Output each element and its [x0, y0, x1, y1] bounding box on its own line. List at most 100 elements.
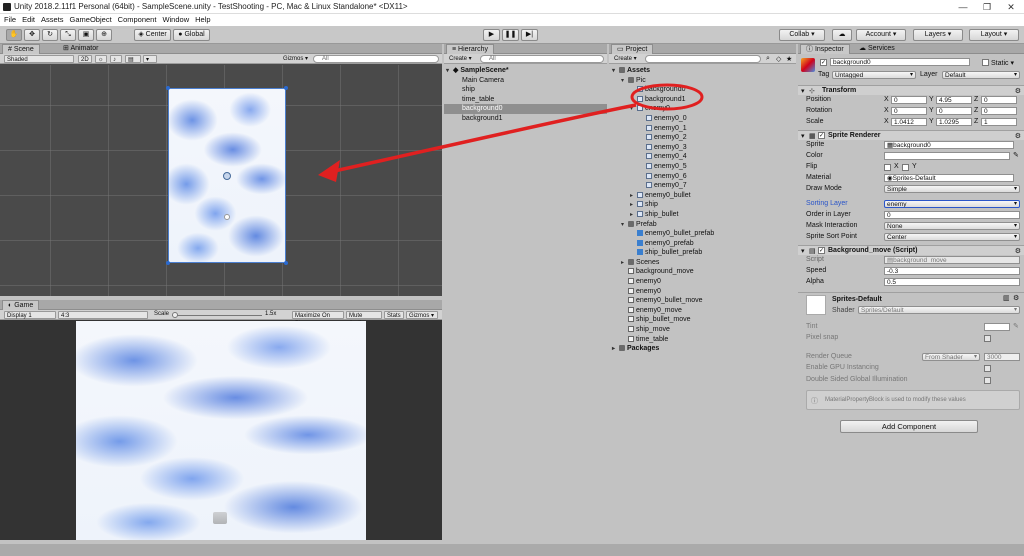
menu-edit[interactable]: Edit: [22, 14, 35, 26]
flip-y-checkbox[interactable]: [902, 164, 909, 171]
mode-2d-toggle[interactable]: 2D: [78, 55, 92, 63]
project-item[interactable]: enemy0_2: [609, 133, 796, 143]
eyedropper-icon[interactable]: ✎: [1013, 151, 1019, 159]
scene-gizmos-dropdown[interactable]: Gizmos ▾: [281, 55, 311, 63]
hierarchy-item-main-camera[interactable]: Main Camera: [444, 76, 607, 86]
project-item[interactable]: ▾ enemy0: [609, 104, 796, 114]
gear-icon[interactable]: ⚙: [1015, 87, 1021, 95]
material-field[interactable]: ◉Sprites-Default: [884, 174, 1014, 182]
game-gizmos-dropdown[interactable]: Gizmos ▾: [406, 311, 438, 319]
selection-handle-tr[interactable]: [284, 86, 288, 90]
aspect-dropdown[interactable]: 4:3: [58, 311, 148, 319]
hierarchy-scene-row[interactable]: ▾ ◆ SampleScene*: [444, 66, 607, 76]
project-item[interactable]: enemy0_1: [609, 124, 796, 134]
sorting-layer-dropdown[interactable]: enemy: [884, 200, 1020, 208]
order-in-layer-field[interactable]: 0: [884, 211, 1020, 219]
position-x-field[interactable]: 0: [891, 96, 927, 104]
shader-dropdown[interactable]: Sprites/Default: [858, 306, 1020, 314]
project-item[interactable]: background1: [609, 95, 796, 105]
hierarchy-search-input[interactable]: All: [480, 55, 604, 63]
gear-icon[interactable]: ⚙: [1013, 294, 1019, 302]
position-z-field[interactable]: 0: [981, 96, 1017, 104]
minimize-button[interactable]: —: [956, 1, 970, 13]
project-create-button[interactable]: Create ▾: [612, 55, 642, 63]
mask-interaction-dropdown[interactable]: None: [884, 222, 1020, 230]
maximize-button[interactable]: ❐: [980, 1, 994, 13]
project-item[interactable]: ▸ enemy0_bullet: [609, 191, 796, 201]
tag-dropdown[interactable]: Untagged: [832, 71, 916, 79]
book-icon[interactable]: ▥: [1003, 294, 1010, 302]
project-item[interactable]: ▸ Scenes: [609, 258, 796, 268]
rect-tool-button[interactable]: ▣: [78, 29, 94, 41]
cloud-button[interactable]: ☁: [832, 29, 852, 41]
project-item[interactable]: ▾ Assets: [609, 66, 796, 76]
project-item[interactable]: enemy0_bullet_prefab: [609, 229, 796, 239]
move-tool-button[interactable]: ✥: [24, 29, 40, 41]
menu-help[interactable]: Help: [195, 14, 210, 26]
menu-window[interactable]: Window: [162, 14, 189, 26]
scale-slider-track[interactable]: [172, 315, 262, 316]
pivot-global-button[interactable]: ● Global: [173, 29, 210, 41]
project-item[interactable]: ship_bullet_prefab: [609, 248, 796, 258]
position-y-field[interactable]: 4.95: [936, 96, 972, 104]
stats-toggle[interactable]: Stats: [384, 311, 404, 319]
play-button[interactable]: ▶: [483, 29, 500, 41]
mute-audio-toggle[interactable]: Mute Audio: [346, 311, 382, 327]
sprite-renderer-header[interactable]: ▾ ▦ ✓ Sprite Renderer ⚙: [798, 130, 1024, 140]
project-item[interactable]: ▾ Pic: [609, 76, 796, 86]
project-item[interactable]: enemy0_0: [609, 114, 796, 124]
lighting-toggle[interactable]: ☼: [95, 55, 107, 63]
sprite-sort-point-dropdown[interactable]: Center: [884, 233, 1020, 241]
background-move-header[interactable]: ▾ ▤ ✓ Background_move (Script) ⚙: [798, 245, 1024, 255]
project-item[interactable]: enemy0_5: [609, 162, 796, 172]
scene-visibility-dropdown[interactable]: ▾: [143, 55, 157, 63]
tab-services[interactable]: ☁ Services: [854, 44, 900, 54]
gear-icon[interactable]: ⚙: [1015, 247, 1021, 255]
tab-project[interactable]: ▭ Project: [611, 44, 654, 54]
layer-dropdown[interactable]: Default: [942, 71, 1020, 79]
scene-search-input[interactable]: All: [313, 55, 439, 63]
project-item[interactable]: ▾ Prefab: [609, 220, 796, 230]
tab-hierarchy[interactable]: ≡ Hierarchy: [446, 44, 494, 54]
layers-button[interactable]: Layers ▾: [913, 29, 963, 41]
collab-button[interactable]: Collab ▾: [779, 29, 825, 41]
transform-header[interactable]: ▾ ⊹ Transform ⚙: [798, 85, 1024, 95]
project-item[interactable]: enemy0: [609, 287, 796, 297]
project-item[interactable]: enemy0_move: [609, 306, 796, 316]
hierarchy-item-background1[interactable]: background1: [444, 114, 607, 124]
hand-tool-button[interactable]: ✋: [6, 29, 22, 41]
background-move-enabled-checkbox[interactable]: ✓: [818, 247, 825, 254]
expand-arrow-icon[interactable]: ▸: [612, 345, 619, 355]
gear-icon[interactable]: ⚙: [1015, 132, 1021, 140]
favorite-icon[interactable]: ★: [786, 55, 792, 63]
display-dropdown[interactable]: Display 1: [4, 311, 56, 319]
rotation-y-field[interactable]: 0: [936, 107, 972, 115]
layout-button[interactable]: Layout ▾: [969, 29, 1019, 41]
selection-handle-bl[interactable]: [166, 261, 170, 265]
project-item[interactable]: enemy0_bullet_move: [609, 296, 796, 306]
project-item[interactable]: enemy0_prefab: [609, 239, 796, 249]
project-item[interactable]: enemy0: [609, 277, 796, 287]
add-component-button[interactable]: Add Component: [840, 420, 978, 433]
scale-tool-button[interactable]: ⤡: [60, 29, 76, 41]
sprite-renderer-enabled-checkbox[interactable]: ✓: [818, 132, 825, 139]
menu-file[interactable]: File: [4, 14, 16, 26]
project-search-input[interactable]: [645, 55, 761, 63]
account-button[interactable]: Account ▾: [856, 29, 906, 41]
shading-dropdown[interactable]: Shaded: [4, 55, 74, 63]
effects-dropdown[interactable]: ▤: [125, 55, 141, 63]
active-checkbox[interactable]: ✓: [820, 59, 827, 66]
scale-slider-thumb[interactable]: [172, 312, 178, 318]
tab-inspector[interactable]: ⓘ Inspector: [800, 44, 850, 54]
step-button[interactable]: ▶|: [521, 29, 538, 41]
transform-tool-button[interactable]: ⊕: [96, 29, 112, 41]
hierarchy-item-ship[interactable]: ship: [444, 85, 607, 95]
hierarchy-item-background0[interactable]: background0: [444, 104, 607, 114]
rotation-z-field[interactable]: 0: [981, 107, 1017, 115]
selection-handle-br[interactable]: [284, 261, 288, 265]
filter-type-icon[interactable]: ⌕: [766, 55, 770, 63]
rotate-tool-button[interactable]: ↻: [42, 29, 58, 41]
alpha-field[interactable]: 0.5: [884, 278, 1020, 286]
project-item[interactable]: ship_bullet_move: [609, 315, 796, 325]
project-item[interactable]: ▸ ship: [609, 200, 796, 210]
